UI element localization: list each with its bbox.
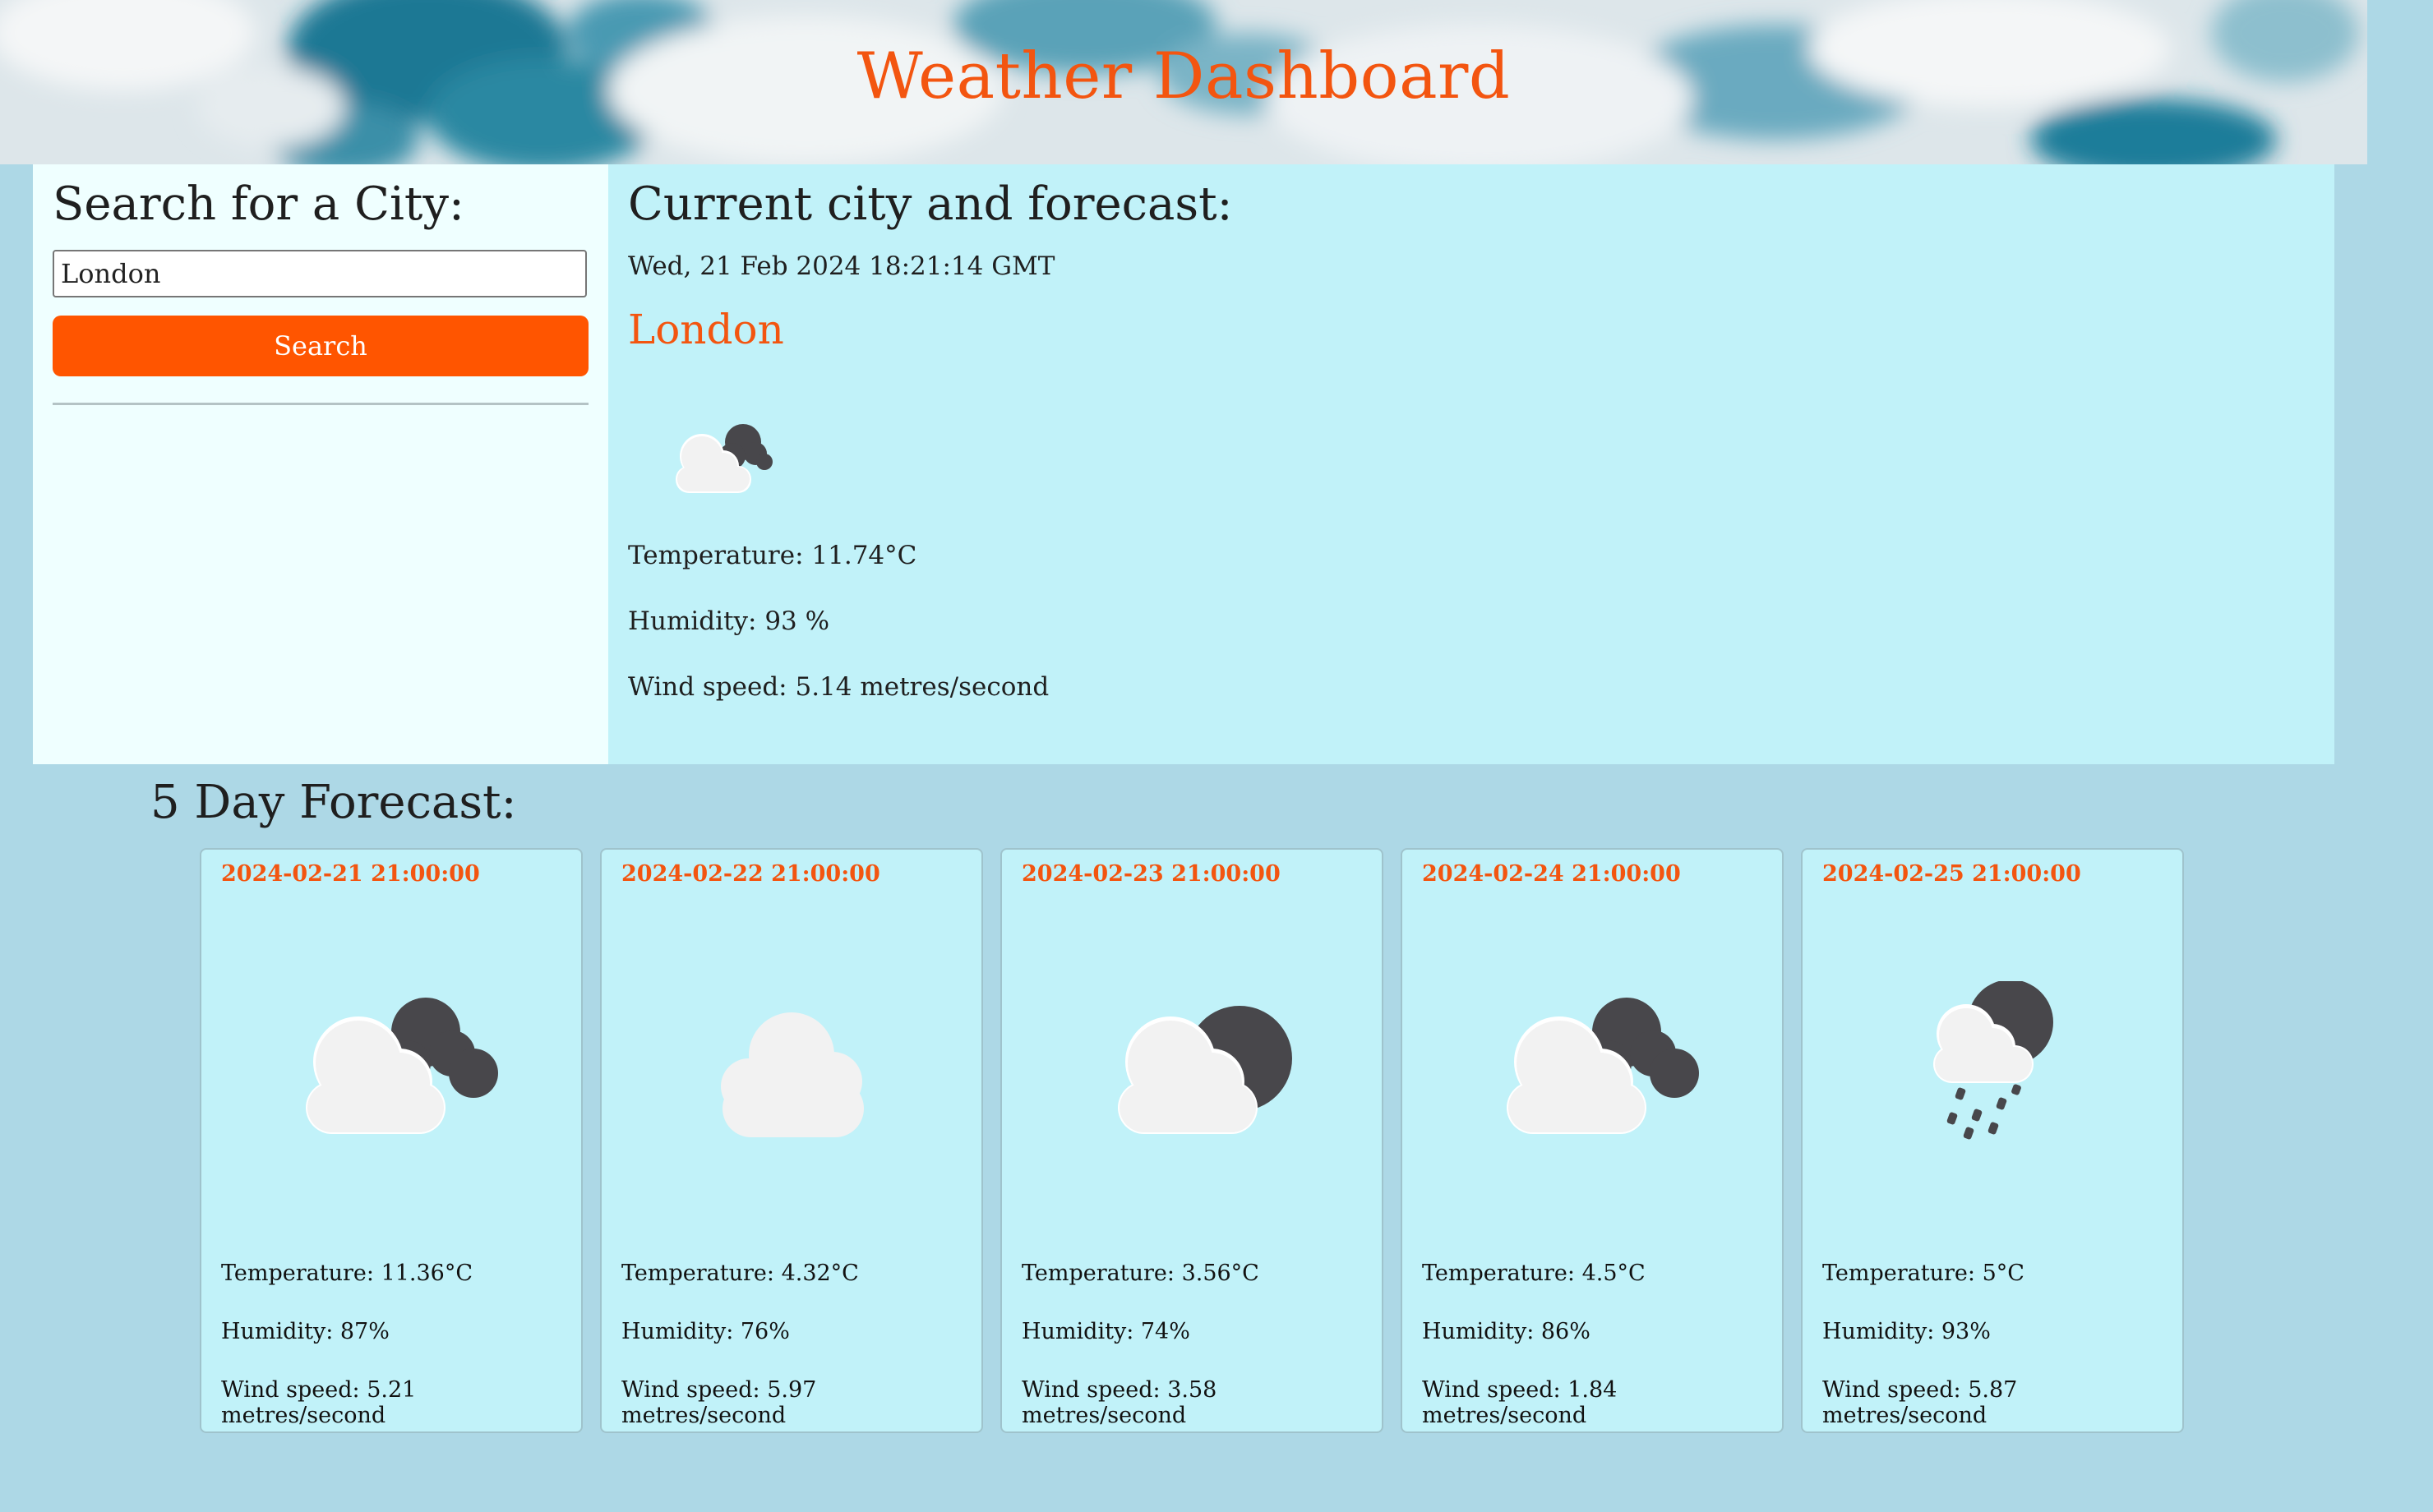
forecast-wind-speed: Wind speed: 5.87 metres/second	[1822, 1377, 2018, 1428]
forecast-date: 2024-02-22 21:00:00	[621, 861, 880, 887]
forecast-card: 2024-02-22 21:00:00 Temperature: 4.32°C …	[600, 848, 983, 1433]
search-title: Search for a City:	[53, 177, 464, 231]
forecast-date: 2024-02-23 21:00:00	[1022, 861, 1281, 887]
current-city-name: London	[628, 306, 784, 353]
search-button[interactable]: Search	[53, 316, 589, 376]
forecast-humidity: Humidity: 93%	[1822, 1319, 1991, 1344]
header-banner: Weather Dashboard	[0, 0, 2367, 164]
cloud-icon	[602, 981, 981, 1228]
forecast-humidity: Humidity: 87%	[221, 1319, 390, 1344]
forecast-title: 5 Day Forecast:	[150, 776, 517, 829]
few-clouds-night-icon	[651, 411, 774, 496]
search-history-divider	[53, 403, 589, 405]
forecast-date: 2024-02-25 21:00:00	[1822, 861, 2081, 887]
forecast-wind-speed: Wind speed: 5.97 metres/second	[621, 1377, 817, 1428]
forecast-temperature: Temperature: 3.56°C	[1022, 1261, 1259, 1286]
forecast-card: 2024-02-23 21:00:00 Temperature: 3.56°C …	[1000, 848, 1383, 1433]
forecast-card: 2024-02-24 21:00:00 Temperature: 4.5°C H…	[1401, 848, 1784, 1433]
current-humidity: Humidity: 93 %	[628, 606, 830, 636]
broken-clouds-night-icon	[1402, 981, 1782, 1228]
rain-night-icon	[1803, 981, 2182, 1228]
forecast-date: 2024-02-24 21:00:00	[1422, 861, 1681, 887]
forecast-temperature: Temperature: 4.32°C	[621, 1261, 859, 1286]
forecast-temperature: Temperature: 11.36°C	[221, 1261, 473, 1286]
forecast-card: 2024-02-25 21:00:00 Temperature: 5°C Hum…	[1801, 848, 2184, 1433]
current-date: Wed, 21 Feb 2024 18:21:14 GMT	[628, 251, 1055, 281]
forecast-humidity: Humidity: 74%	[1022, 1319, 1190, 1344]
current-temperature: Temperature: 11.74°C	[628, 541, 917, 570]
city-search-input[interactable]	[53, 250, 587, 297]
current-weather-panel: Current city and forecast: Wed, 21 Feb 2…	[608, 164, 2334, 764]
forecast-wind-speed: Wind speed: 1.84 metres/second	[1422, 1377, 1618, 1428]
forecast-humidity: Humidity: 86%	[1422, 1319, 1590, 1344]
current-title: Current city and forecast:	[628, 177, 1233, 231]
search-panel: Search for a City: Search	[33, 164, 608, 764]
forecast-wind-speed: Wind speed: 5.21 metres/second	[221, 1377, 417, 1428]
forecast-temperature: Temperature: 4.5°C	[1422, 1261, 1646, 1286]
forecast-date: 2024-02-21 21:00:00	[221, 861, 480, 887]
forecast-wind-speed: Wind speed: 3.58 metres/second	[1022, 1377, 1217, 1428]
page-title: Weather Dashboard	[856, 39, 1511, 113]
forecast-card: 2024-02-21 21:00:00 Temperature: 11.36°C…	[200, 848, 583, 1433]
current-wind-speed: Wind speed: 5.14 metres/second	[628, 672, 1050, 702]
broken-clouds-night-icon	[201, 981, 581, 1228]
forecast-humidity: Humidity: 76%	[621, 1319, 790, 1344]
forecast-temperature: Temperature: 5°C	[1822, 1261, 2024, 1286]
partly-cloudy-night-icon	[1002, 981, 1382, 1228]
